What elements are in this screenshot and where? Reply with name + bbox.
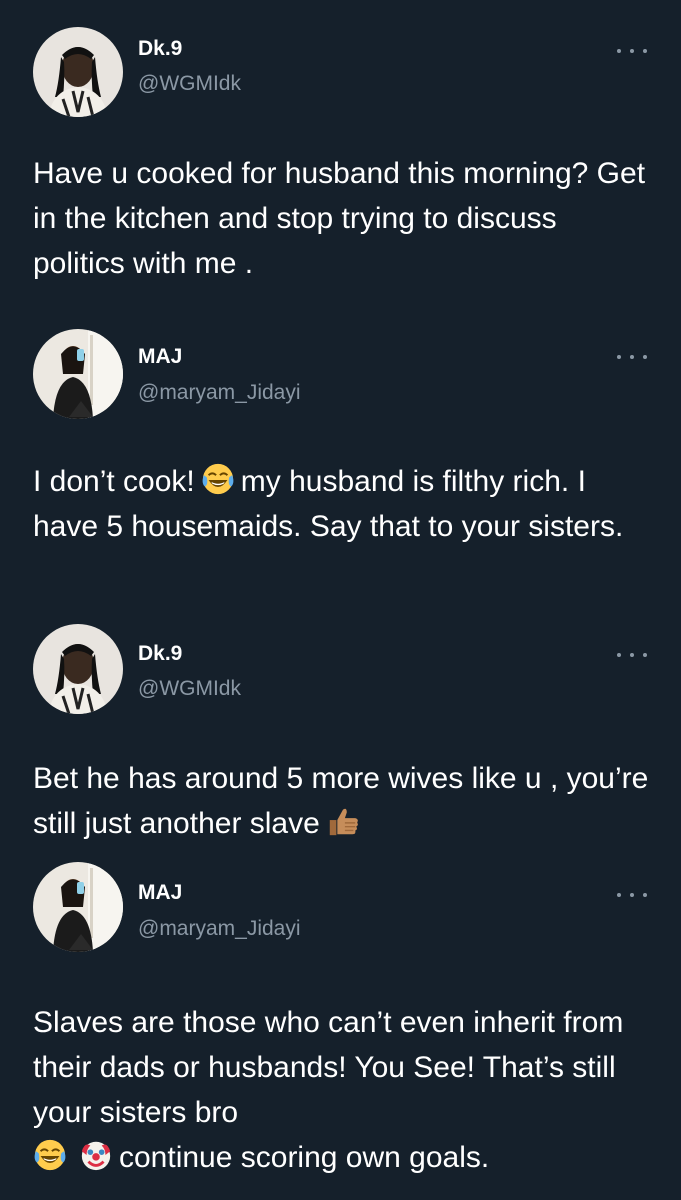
display-name[interactable]: MAJ bbox=[138, 345, 182, 369]
tweet-text-part: continue scoring own goals. bbox=[119, 1141, 490, 1174]
tweet-text: Have u cooked for husband this morning? … bbox=[33, 157, 646, 280]
more-options-icon[interactable] bbox=[617, 648, 647, 662]
thumbs-up-emoji bbox=[326, 804, 360, 838]
more-options-icon[interactable] bbox=[617, 350, 647, 364]
clown-face-emoji bbox=[79, 1138, 113, 1172]
more-options-icon[interactable] bbox=[617, 44, 647, 58]
display-name[interactable]: Dk.9 bbox=[138, 37, 182, 61]
face-with-tears-of-joy-emoji bbox=[201, 462, 235, 496]
display-name[interactable]: MAJ bbox=[138, 881, 182, 905]
avatar[interactable] bbox=[33, 27, 123, 117]
tweet-text: Slaves are those who can’t even inherit … bbox=[33, 1000, 653, 1180]
more-options-icon[interactable] bbox=[617, 888, 647, 902]
tweet-text-part: I don’t cook! bbox=[33, 465, 195, 498]
user-handle[interactable]: @WGMIdk bbox=[138, 72, 241, 96]
avatar[interactable] bbox=[33, 862, 123, 952]
tweet-text-part: Slaves are those who can’t even inherit … bbox=[33, 1006, 624, 1129]
user-handle[interactable]: @maryam_Jidayi bbox=[138, 917, 301, 941]
user-handle[interactable]: @WGMIdk bbox=[138, 677, 241, 701]
display-name[interactable]: Dk.9 bbox=[138, 642, 182, 666]
avatar[interactable] bbox=[33, 624, 123, 714]
user-handle[interactable]: @maryam_Jidayi bbox=[138, 381, 301, 405]
face-with-tears-of-joy-emoji bbox=[33, 1138, 67, 1172]
tweet-text: I don’t cook! my husband is filthy rich. … bbox=[33, 459, 653, 549]
avatar[interactable] bbox=[33, 329, 123, 419]
tweet-text: Bet he has around 5 more wives like u , … bbox=[33, 756, 653, 846]
